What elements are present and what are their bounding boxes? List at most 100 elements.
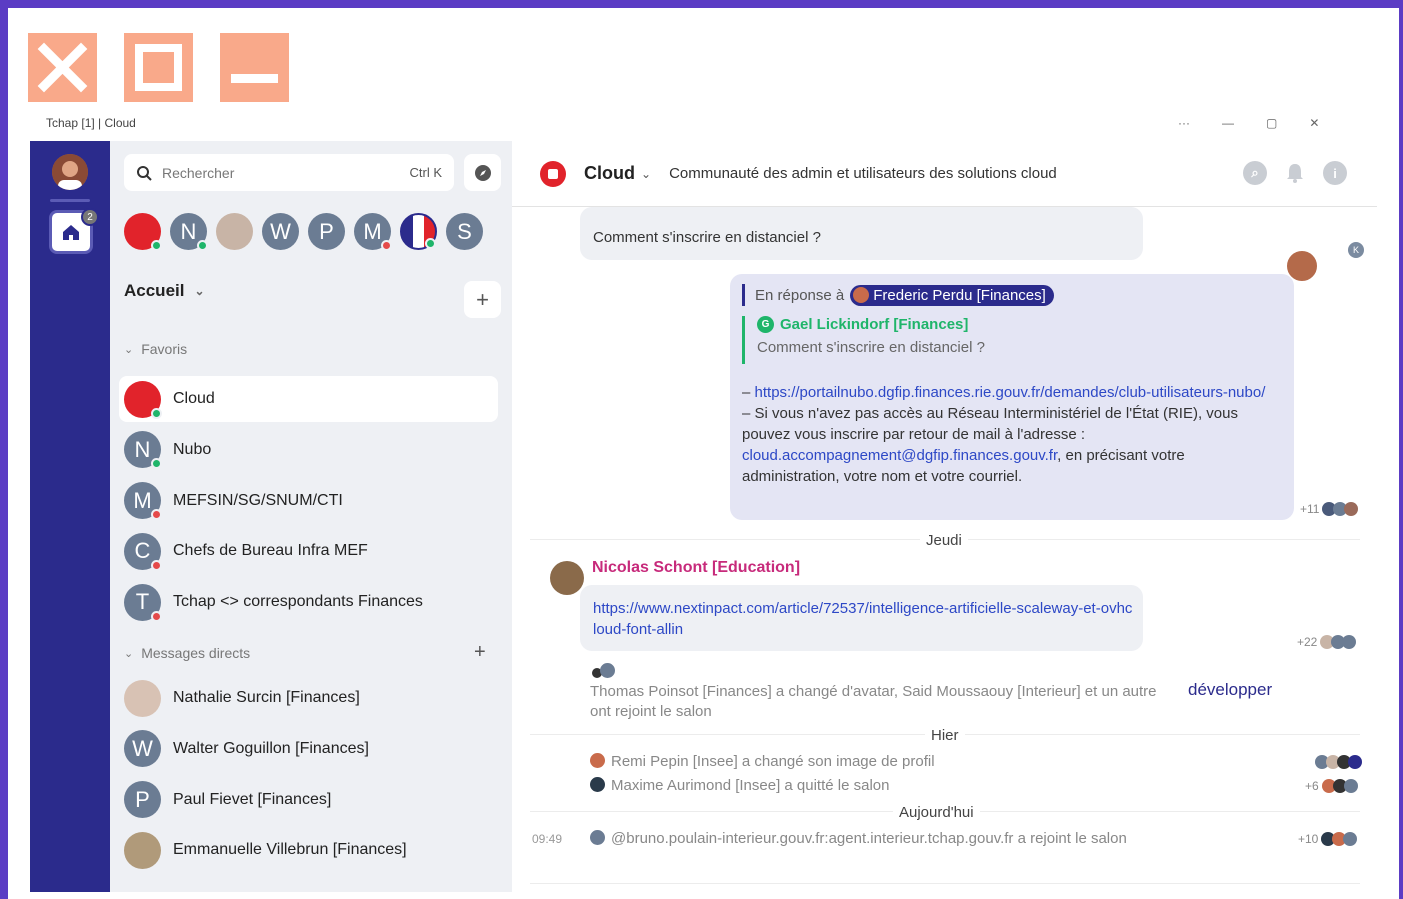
- home-icon: [63, 225, 79, 240]
- room-title[interactable]: Cloud: [584, 163, 635, 184]
- search-room-button[interactable]: ⌕: [1243, 161, 1267, 185]
- quoted-message[interactable]: G Gael Lickindorf [Finances] Comment s'i…: [742, 316, 985, 364]
- event-avatar: [590, 830, 605, 845]
- tchap-app: 2 Rechercher Ctrl K NWPMS Accueil ⌄ + ⌄ …: [30, 141, 1377, 892]
- room-list-item[interactable]: Nathalie Surcin [Finances]: [119, 675, 498, 721]
- explore-rooms-button[interactable]: [464, 154, 501, 191]
- recent-room-avatar[interactable]: [124, 213, 162, 251]
- room-list-item[interactable]: W Walter Goguillon [Finances]: [119, 726, 498, 772]
- quoted-sender: G Gael Lickindorf [Finances]: [757, 316, 985, 333]
- recent-room-avatar[interactable]: [216, 213, 253, 250]
- read-receipts[interactable]: +22: [1297, 635, 1357, 649]
- room-list-item[interactable]: P Paul Fievet [Finances]: [119, 777, 498, 823]
- online-status-dot: [151, 240, 162, 251]
- room-name: Nubo: [173, 440, 212, 458]
- message-bubble[interactable]: https://www.nextinpact.com/article/72537…: [580, 585, 1143, 651]
- room-info-button[interactable]: i: [1323, 161, 1347, 185]
- minimize-icon: [231, 74, 278, 83]
- room-name: Nathalie Surcin [Finances]: [173, 689, 360, 706]
- start-dm-button[interactable]: +: [474, 641, 486, 664]
- app-window-controls: ··· — ▢ ✕: [1178, 116, 1319, 130]
- date-separator: Jeudi: [920, 532, 968, 549]
- message-text: Comment s'inscrire en distanciel ?: [593, 229, 821, 246]
- avatar-letter: W: [270, 218, 291, 244]
- user-avatar[interactable]: [52, 154, 88, 190]
- receipt-avatar: [1343, 779, 1358, 793]
- quoted-text: Comment s'inscrire en distanciel ?: [757, 339, 985, 356]
- search-icon: ⌕: [1251, 165, 1259, 180]
- favorites-label: Favoris: [141, 341, 188, 357]
- recent-room-avatar[interactable]: [400, 213, 437, 250]
- user-pill-avatar: [853, 287, 870, 303]
- recent-room-avatar[interactable]: M: [354, 213, 392, 251]
- event-text: @bruno.poulain-interieur.gouv.fr:agent.i…: [611, 830, 1127, 847]
- portail-link[interactable]: https://portailnubo.dgfip.finances.rie.g…: [755, 384, 1266, 401]
- chevron-down-icon: ⌄: [194, 284, 205, 298]
- read-receipts[interactable]: [1315, 755, 1362, 769]
- more-icon[interactable]: ···: [1178, 116, 1190, 130]
- room-avatar: W: [124, 730, 161, 768]
- timeline-bottom-line: [530, 883, 1360, 884]
- recent-room-avatar[interactable]: S: [446, 213, 483, 250]
- room-name: Chefs de Bureau Infra MEF: [173, 542, 368, 560]
- membership-avatars: [592, 662, 621, 682]
- favorites-section-header[interactable]: ⌄ Favoris: [124, 341, 187, 357]
- read-receipts[interactable]: +10: [1298, 832, 1358, 846]
- message-time: 09:49: [532, 832, 563, 846]
- add-room-button[interactable]: +: [464, 281, 501, 318]
- date-separator: Hier: [925, 727, 965, 744]
- window-title: Tchap [1] | Cloud: [46, 116, 136, 130]
- room-name: Cloud: [173, 390, 215, 407]
- room-view: Cloud ⌄ Communauté des admin et utilisat…: [512, 141, 1377, 892]
- reply-message-bubble[interactable]: En réponse à Frederic Perdu [Finances] G…: [730, 274, 1294, 520]
- plus-icon: +: [474, 641, 486, 663]
- avatar-letter: T: [135, 589, 150, 615]
- app-close-icon[interactable]: ✕: [1309, 116, 1319, 130]
- notifications-button[interactable]: [1283, 161, 1307, 185]
- app-minimize-icon[interactable]: —: [1222, 116, 1234, 130]
- message-link[interactable]: https://www.nextinpact.com/article/72537…: [593, 598, 1133, 640]
- room-list-item[interactable]: M MEFSIN/SG/SNUM/CTI: [119, 478, 498, 524]
- recent-room-avatar[interactable]: N: [170, 213, 208, 251]
- reply-dash: –: [742, 384, 755, 401]
- room-list-item[interactable]: N Nubo: [119, 427, 498, 473]
- read-receipts[interactable]: +11: [1300, 502, 1359, 516]
- avatar-letter: M: [133, 487, 152, 513]
- message-bubble[interactable]: Comment s'inscrire en distanciel ?: [580, 207, 1143, 260]
- email-link[interactable]: cloud.accompagnement@dgfip.finances.gouv…: [742, 447, 1057, 464]
- dm-section-header[interactable]: ⌄ Messages directs: [124, 645, 250, 661]
- recent-room-avatar[interactable]: W: [262, 213, 299, 250]
- chevron-down-icon[interactable]: ⌄: [641, 167, 651, 181]
- read-receipts[interactable]: +6: [1305, 779, 1358, 793]
- room-avatar: M: [124, 482, 162, 521]
- user-pill[interactable]: Frederic Perdu [Finances]: [850, 284, 1054, 306]
- member-avatar: [600, 663, 615, 678]
- room-avatar: T: [124, 583, 162, 622]
- room-avatar[interactable]: [540, 160, 566, 187]
- chevron-down-icon: ⌄: [124, 647, 134, 660]
- expand-events-link[interactable]: développer: [1188, 680, 1272, 700]
- app-maximize-icon[interactable]: ▢: [1266, 116, 1277, 130]
- receipt-avatar: [1344, 502, 1359, 516]
- avatar-letter: W: [132, 735, 153, 761]
- event-text: Maxime Aurimond [Insee] a quitté le salo…: [611, 777, 890, 794]
- room-list-item[interactable]: T Tchap <> correspondants Finances: [119, 579, 498, 625]
- room-name: Emmanuelle Villebrun [Finances]: [173, 841, 407, 859]
- close-window-button[interactable]: [28, 33, 97, 102]
- maximize-window-button[interactable]: [124, 33, 193, 102]
- quoted-sender-name: Gael Lickindorf [Finances]: [780, 316, 969, 333]
- timeline-event: Remi Pepin [Insee] a changé son image de…: [590, 752, 935, 772]
- room-name: Walter Goguillon [Finances]: [173, 739, 369, 757]
- room-list-item[interactable]: C Chefs de Bureau Infra MEF: [119, 528, 498, 574]
- maximize-icon: [135, 44, 182, 91]
- search-input[interactable]: Rechercher Ctrl K: [124, 154, 454, 191]
- minimize-window-button[interactable]: [220, 33, 289, 102]
- sender-avatar[interactable]: [550, 561, 584, 595]
- room-list-item[interactable]: Cloud: [119, 376, 498, 422]
- room-list-item[interactable]: Emmanuelle Villebrun [Finances]: [119, 827, 498, 873]
- sender-name[interactable]: Nicolas Schont [Education]: [592, 559, 800, 577]
- avatar-letter: P: [135, 786, 150, 812]
- recent-room-avatar[interactable]: P: [308, 213, 345, 250]
- home-header[interactable]: Accueil ⌄: [124, 281, 205, 301]
- room-name: Paul Fievet [Finances]: [173, 790, 332, 808]
